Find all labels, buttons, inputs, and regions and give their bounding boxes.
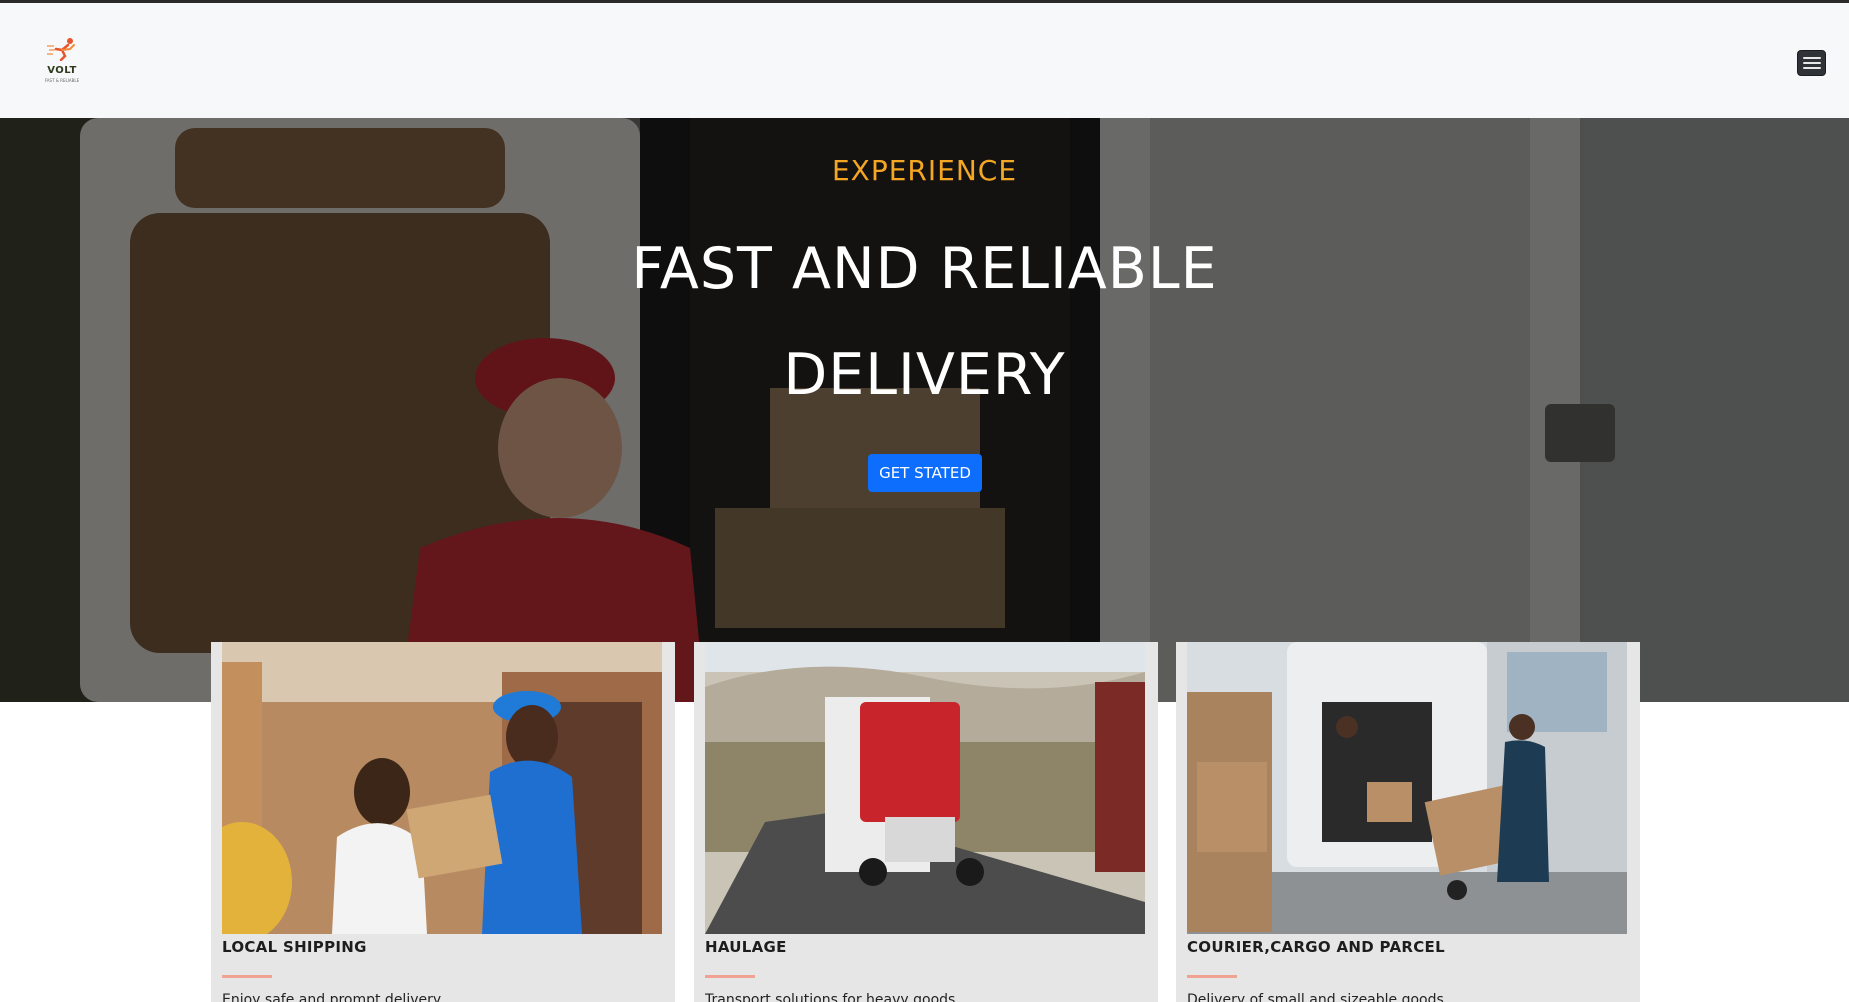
hero-eyebrow: EXPERIENCE <box>831 154 1018 187</box>
logo-brand: VOLT <box>47 65 77 76</box>
get-started-button[interactable]: GET STATED <box>868 454 982 492</box>
hamburger-menu-icon-bar <box>1802 67 1821 69</box>
title-underline <box>1187 975 1237 978</box>
service-card-haulage[interactable]: HAULAGE Transport solutions for heavy go… <box>694 642 1158 1002</box>
hero-headline: FAST AND RELIABLE DELIVERY <box>0 216 1849 428</box>
hero-section: EXPERIENCE FAST AND RELIABLE DELIVERY GE… <box>0 118 1849 702</box>
service-card-local-shipping[interactable]: LOCAL SHIPPING Enjoy safe and prompt del… <box>211 642 675 1002</box>
service-title: COURIER,CARGO AND PARCEL <box>1187 938 1445 956</box>
site-header: VOLT FAST & RELIABLE <box>0 3 1849 118</box>
service-title: LOCAL SHIPPING <box>222 938 367 956</box>
title-underline <box>222 975 272 978</box>
service-card-courier-cargo-parcel[interactable]: COURIER,CARGO AND PARCEL Delivery of sma… <box>1176 642 1640 1002</box>
service-description: Enjoy safe and prompt delivery <box>222 992 442 1002</box>
service-description: Delivery of small and sizeable goods <box>1187 992 1444 1002</box>
hamburger-menu-button[interactable] <box>1797 50 1826 76</box>
haulage-photo <box>705 642 1145 934</box>
running-courier-logo-icon <box>47 38 75 61</box>
hero-headline-line2: DELIVERY <box>783 342 1066 408</box>
logo-tagline: FAST & RELIABLE <box>44 78 80 83</box>
hero-headline-line1: FAST AND RELIABLE <box>631 236 1218 302</box>
courier-cargo-parcel-photo <box>1187 642 1627 934</box>
hamburger-menu-icon-bar <box>1802 62 1821 64</box>
title-underline <box>705 975 755 978</box>
service-description: Transport solutions for heavy goods <box>705 992 956 1002</box>
service-title: HAULAGE <box>705 938 787 956</box>
hamburger-menu-icon <box>1802 57 1821 59</box>
site-logo[interactable]: VOLT FAST & RELIABLE <box>40 37 84 83</box>
local-shipping-photo <box>222 642 662 934</box>
landing-page: VOLT FAST & RELIABLE EXPERIENCE FAST AND… <box>0 0 1849 1002</box>
